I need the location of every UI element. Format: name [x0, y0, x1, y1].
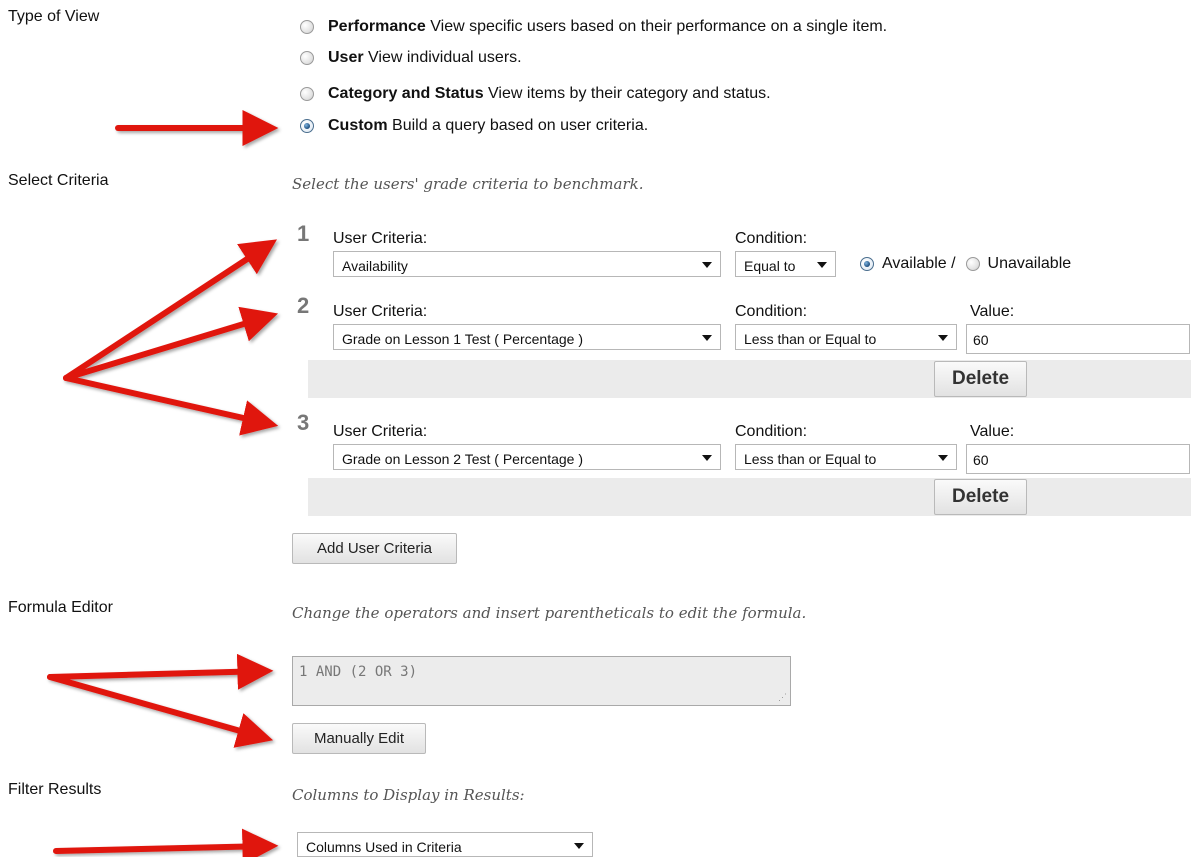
- chevron-down-icon: [702, 335, 712, 341]
- condition-label: Condition:: [735, 303, 808, 320]
- radio-user[interactable]: [300, 51, 314, 65]
- row-actions-bar: [308, 478, 1191, 516]
- condition-select-2[interactable]: Less than or Equal to: [735, 324, 957, 350]
- select-value: Less than or Equal to: [744, 331, 877, 347]
- condition-select-1[interactable]: Equal to: [735, 251, 836, 277]
- criteria-number: 2: [297, 293, 310, 318]
- value-label: Value:: [970, 303, 1015, 320]
- radio-category-status[interactable]: [300, 87, 314, 101]
- select-value: Columns Used in Criteria: [306, 839, 462, 855]
- chevron-down-icon: [938, 335, 948, 341]
- user-criteria-label: User Criteria:: [333, 230, 428, 247]
- view-option-category-status[interactable]: Category and Status View items by their …: [300, 83, 771, 105]
- formula-text: 1 AND (2 OR 3): [299, 664, 418, 680]
- select-value: Equal to: [744, 258, 796, 274]
- chevron-down-icon: [574, 843, 584, 849]
- select-criteria-label: Select Criteria: [8, 172, 109, 189]
- chevron-down-icon: [817, 262, 827, 268]
- option-title: Category and Status: [328, 85, 484, 102]
- option-title: User: [328, 49, 364, 66]
- condition-label: Condition:: [735, 230, 808, 247]
- availability-radio-group: Available / Unavailable: [860, 253, 1071, 275]
- resize-grip-icon[interactable]: ⋰: [778, 694, 787, 703]
- option-desc: Build a query based on user criteria.: [392, 117, 649, 134]
- user-criteria-label: User Criteria:: [333, 423, 428, 440]
- value-input-2[interactable]: 60: [966, 324, 1190, 354]
- value-input-3[interactable]: 60: [966, 444, 1190, 474]
- chevron-down-icon: [938, 455, 948, 461]
- option-desc: View individual users.: [368, 49, 522, 66]
- formula-textarea[interactable]: 1 AND (2 OR 3) ⋰: [292, 656, 791, 706]
- criteria-number: 1: [297, 221, 310, 246]
- condition-select-3[interactable]: Less than or Equal to: [735, 444, 957, 470]
- option-title: Custom: [328, 117, 388, 134]
- arrow-to-formula: [47, 653, 274, 690]
- columns-to-display-select[interactable]: Columns Used in Criteria: [297, 832, 593, 857]
- option-desc: View items by their category and status.: [488, 85, 771, 102]
- user-criteria-select-3[interactable]: Grade on Lesson 2 Test ( Percentage ): [333, 444, 721, 470]
- filter-results-label: Filter Results: [8, 781, 102, 798]
- option-title: Performance: [328, 18, 426, 35]
- view-option-performance[interactable]: Performance View specific users based on…: [300, 16, 887, 38]
- delete-button-2[interactable]: Delete: [934, 361, 1027, 397]
- select-value: Grade on Lesson 2 Test ( Percentage ): [342, 451, 583, 467]
- value-label: Value:: [970, 423, 1015, 440]
- user-criteria-label: User Criteria:: [333, 303, 428, 320]
- condition-label: Condition:: [735, 423, 808, 440]
- arrow-to-criteria-1: [63, 239, 278, 381]
- add-user-criteria-button[interactable]: Add User Criteria: [292, 533, 457, 564]
- type-of-view-label: Type of View: [8, 8, 100, 25]
- chevron-down-icon: [702, 455, 712, 461]
- select-value: Less than or Equal to: [744, 451, 877, 467]
- unavailable-label: Unavailable: [987, 255, 1072, 272]
- radio-custom[interactable]: [300, 119, 314, 133]
- select-value: Availability: [342, 258, 408, 274]
- arrow-to-criteria-3: [63, 375, 279, 436]
- available-label: Available /: [882, 255, 956, 272]
- chevron-down-icon: [702, 262, 712, 268]
- formula-editor-label: Formula Editor: [8, 599, 113, 616]
- view-option-user[interactable]: User View individual users.: [300, 47, 522, 69]
- user-criteria-select-1[interactable]: Availability: [333, 251, 721, 277]
- criteria-number: 3: [297, 410, 310, 435]
- radio-unavailable[interactable]: [965, 257, 980, 271]
- arrow-to-manually-edit: [47, 674, 274, 748]
- select-criteria-instruction: Select the users' grade criteria to benc…: [292, 175, 644, 193]
- row-actions-bar: [308, 360, 1191, 398]
- view-option-custom[interactable]: Custom Build a query based on user crite…: [300, 115, 648, 137]
- select-value: Grade on Lesson 1 Test ( Percentage ): [342, 331, 583, 347]
- radio-performance[interactable]: [300, 20, 314, 34]
- user-criteria-select-2[interactable]: Grade on Lesson 1 Test ( Percentage ): [333, 324, 721, 350]
- option-desc: View specific users based on their perfo…: [430, 18, 888, 35]
- filter-results-instruction: Columns to Display in Results:: [292, 786, 525, 804]
- formula-editor-instruction: Change the operators and insert parenthe…: [292, 604, 807, 622]
- delete-button-3[interactable]: Delete: [934, 479, 1027, 515]
- manually-edit-button[interactable]: Manually Edit: [292, 723, 426, 754]
- radio-available[interactable]: [860, 257, 874, 271]
- arrow-to-criteria-2: [63, 306, 279, 381]
- arrow-to-columns-select: [53, 828, 279, 857]
